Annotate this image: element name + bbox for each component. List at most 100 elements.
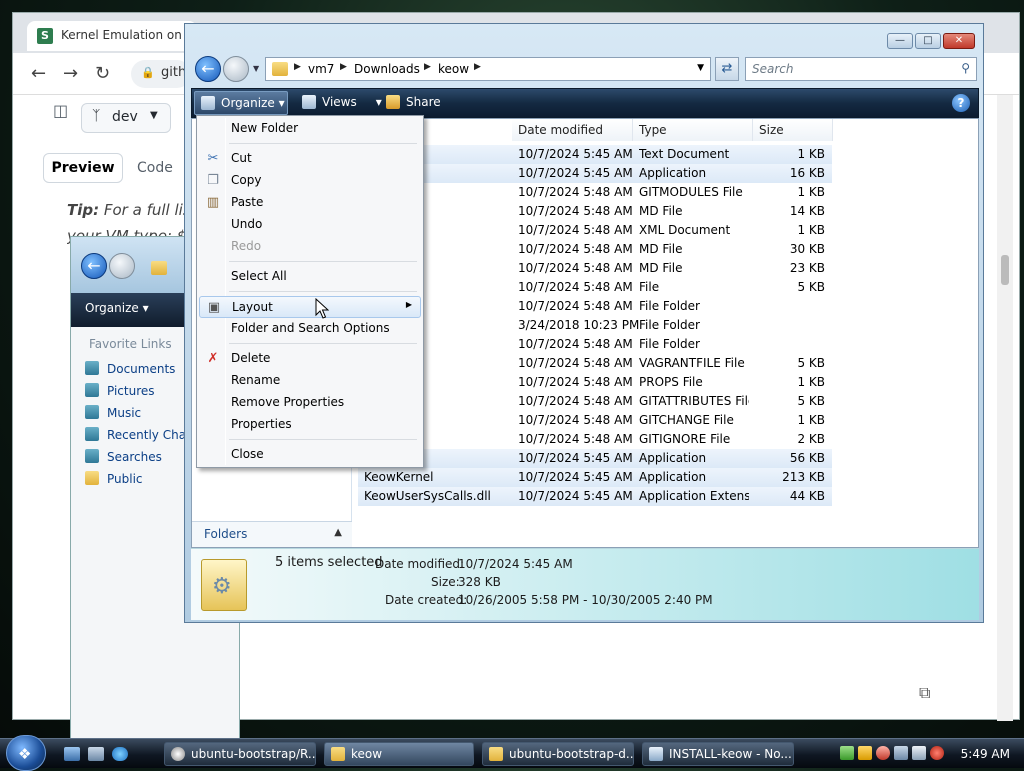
- breadcrumb-vm7[interactable]: vm7: [308, 62, 334, 76]
- share-button[interactable]: Share: [386, 95, 441, 109]
- minimize-button[interactable]: —: [887, 33, 913, 49]
- file-row[interactable]: ops10/7/2024 5:48 AMPROPS File1 KB: [358, 373, 832, 392]
- organize-button[interactable]: Organize ▾: [194, 91, 288, 115]
- menu-item-copy[interactable]: ❐ Copy: [199, 170, 421, 192]
- file-type: File Folder: [639, 337, 700, 351]
- file-row[interactable]: ules10/7/2024 5:48 AMGITMODULES File1 KB: [358, 183, 832, 202]
- favorite-link-recently-changed[interactable]: Recently Chan: [85, 427, 194, 442]
- file-type: Application Extens...: [639, 489, 749, 503]
- menu-item-undo[interactable]: Undo: [199, 214, 421, 236]
- switch-windows-icon[interactable]: [88, 747, 104, 761]
- gear-icon: ⚙: [212, 574, 232, 599]
- file-row[interactable]: ge10/7/2024 5:48 AMGITCHANGE File1 KB: [358, 411, 832, 430]
- column-type[interactable]: Type: [633, 119, 753, 141]
- favorite-link-pictures[interactable]: Pictures: [85, 383, 155, 398]
- taskbar-item-bootstrap-folder[interactable]: ubuntu-bootstrap-d...: [482, 742, 634, 766]
- address-bar[interactable]: ▶ vm7 ▶ Downloads ▶ keow ▶ ▼: [265, 57, 711, 81]
- menu-item-rename[interactable]: Rename: [199, 370, 421, 392]
- file-row[interactable]: 10/7/2024 5:45 AM Application 16 KB: [358, 164, 832, 183]
- explorer2-back-icon[interactable]: ←: [81, 253, 107, 279]
- file-row[interactable]: ELOG.md10/7/2024 5:48 AMMD File30 KB: [358, 240, 832, 259]
- recent-pages-dropdown-icon[interactable]: ▼: [253, 64, 259, 73]
- alert-icon[interactable]: [876, 746, 890, 760]
- internet-explorer-icon[interactable]: [112, 747, 128, 761]
- chevron-right-icon[interactable]: ▶: [340, 62, 347, 72]
- address-dropdown-icon[interactable]: ▼: [697, 63, 704, 73]
- close-button[interactable]: ✕: [943, 33, 975, 49]
- menu-item-select-all[interactable]: Select All: [199, 266, 421, 288]
- computer-icon[interactable]: [894, 746, 908, 760]
- file-row[interactable]: 10/7/2024 5:48 AM File Folder: [358, 297, 832, 316]
- browser-scrollbar[interactable]: [997, 95, 1013, 721]
- file-type: GITIGNORE File: [639, 432, 731, 446]
- file-row[interactable]: 10/7/2024 5:48 AM File Folder: [358, 335, 832, 354]
- back-icon[interactable]: ←: [195, 56, 221, 82]
- security-shield-icon[interactable]: [858, 746, 872, 760]
- favorite-link-documents[interactable]: Documents: [85, 361, 175, 376]
- scrollbar-thumb[interactable]: [1001, 255, 1009, 285]
- views-button[interactable]: Views ▾: [302, 95, 382, 109]
- favorite-link-public[interactable]: Public: [85, 471, 143, 486]
- searches-icon: [85, 449, 99, 463]
- favorite-link-searches[interactable]: Searches: [85, 449, 162, 464]
- file-row[interactable]: utes10/7/2024 5:48 AMGITATTRIBUTES File5…: [358, 392, 832, 411]
- file-date: 10/7/2024 5:45 AM: [518, 470, 633, 484]
- browser-tab[interactable]: S Kernel Emulation on: [27, 21, 197, 51]
- folders-toggle[interactable]: Folders ▲: [192, 521, 352, 547]
- explorer2-forward-icon[interactable]: [109, 253, 135, 279]
- taskbar-item-notepad[interactable]: INSTALL-keow - No...: [642, 742, 794, 766]
- menu-item-layout[interactable]: ▣ Layout ▶: [199, 296, 421, 318]
- menu-item-paste[interactable]: ▥ Paste: [199, 192, 421, 214]
- favorite-link-music[interactable]: Music: [85, 405, 141, 420]
- search-input[interactable]: Search ⚲: [745, 57, 977, 81]
- chevron-right-icon[interactable]: ▶: [424, 62, 431, 72]
- menu-item-new-folder[interactable]: New Folder: [199, 118, 421, 140]
- taskbar-item-keow[interactable]: keow: [324, 742, 474, 766]
- menu-item-remove-properties[interactable]: Remove Properties: [199, 392, 421, 414]
- browser-back-icon[interactable]: ←: [31, 63, 46, 84]
- explorer2-organize-button[interactable]: Organize ▾: [85, 301, 149, 315]
- menu-item-cut[interactable]: ✂ Cut: [199, 148, 421, 170]
- column-date-modified[interactable]: Date modified: [512, 119, 633, 141]
- file-row[interactable]: e10/7/2024 5:48 AMGITIGNORE File2 KB: [358, 430, 832, 449]
- clock[interactable]: 5:49 AM: [961, 747, 1010, 761]
- menu-item-delete[interactable]: ✗ Delete: [199, 348, 421, 370]
- chevron-right-icon[interactable]: ▶: [474, 62, 481, 72]
- file-row[interactable]: 3/24/2018 10:23 PM File Folder: [358, 316, 832, 335]
- refresh-icon[interactable]: ⇄: [715, 57, 739, 81]
- file-row[interactable]: rantfile10/7/2024 5:48 AMVAGRANTFILE Fil…: [358, 354, 832, 373]
- breadcrumb-downloads[interactable]: Downloads: [354, 62, 420, 76]
- file-row[interactable]: KeowKernel 10/7/2024 5:45 AM Application 21…: [358, 468, 832, 487]
- volume-icon[interactable]: [912, 746, 926, 760]
- breadcrumb-keow[interactable]: keow: [438, 62, 469, 76]
- menu-item-close[interactable]: Close: [199, 444, 421, 466]
- help-icon[interactable]: ?: [952, 94, 970, 112]
- search-icon[interactable]: ⚲: [961, 61, 970, 75]
- menu-item-properties[interactable]: Properties: [199, 414, 421, 436]
- network-icon[interactable]: [840, 746, 854, 760]
- sidebar-toggle-icon[interactable]: ◫: [53, 101, 68, 120]
- power-icon[interactable]: [930, 746, 944, 760]
- start-button[interactable]: ❖: [6, 735, 46, 771]
- restore-icon[interactable]: ⧉: [919, 683, 930, 703]
- tab-preview[interactable]: Preview: [43, 153, 123, 183]
- menu-item-folder-options[interactable]: Folder and Search Options: [199, 318, 421, 340]
- taskbar-item-browser[interactable]: ubuntu-bootstrap/R...: [164, 742, 316, 766]
- file-row[interactable]: nsole10/7/2024 5:45 AMApplication56 KB: [358, 449, 832, 468]
- file-row[interactable]: le10/7/2024 5:48 AMFile5 KB: [358, 278, 832, 297]
- tab-code[interactable]: Code: [137, 153, 173, 183]
- file-row[interactable]: .md10/7/2024 5:48 AMMD File23 KB: [358, 259, 832, 278]
- column-size[interactable]: Size: [753, 119, 833, 141]
- show-desktop-icon[interactable]: [64, 747, 80, 761]
- forward-icon[interactable]: [223, 56, 249, 82]
- file-row[interactable]: 10/7/2024 5:48 AM MD File 14 KB: [358, 202, 832, 221]
- browser-forward-icon[interactable]: →: [63, 63, 78, 84]
- browser-reload-icon[interactable]: ↻: [95, 63, 110, 84]
- file-row[interactable]: KeowUserSysCalls.dll 10/7/2024 5:45 AM App…: [358, 487, 832, 506]
- browser-url-bar[interactable]: 🔒 gith: [131, 60, 191, 88]
- file-row[interactable]: 10/7/2024 5:48 AM XML Document 1 KB: [358, 221, 832, 240]
- chevron-right-icon[interactable]: ▶: [294, 62, 301, 72]
- branch-selector[interactable]: ᛉ dev ▼: [81, 103, 171, 133]
- file-row[interactable]: -keow10/7/2024 5:45 AMText Document1 KB: [358, 145, 832, 164]
- maximize-button[interactable]: □: [915, 33, 941, 49]
